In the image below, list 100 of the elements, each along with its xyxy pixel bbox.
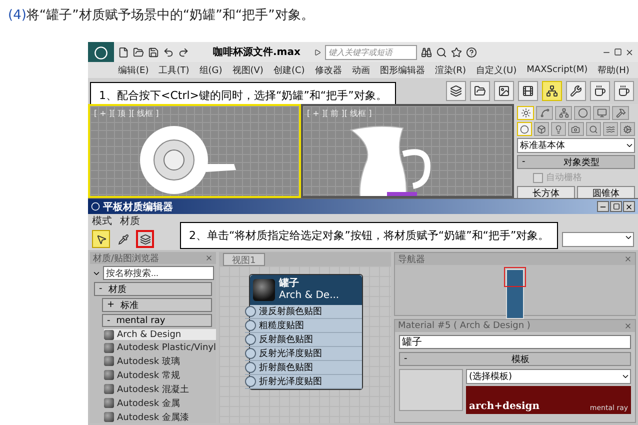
menu-item[interactable]: MAXScript(M) xyxy=(526,65,588,75)
menu-item[interactable]: 创建(C) xyxy=(273,64,305,76)
socket-icon[interactable] xyxy=(245,334,256,345)
object-button[interactable]: 圆锥体 xyxy=(577,186,635,198)
star-icon[interactable] xyxy=(451,46,462,58)
search-field[interactable]: 键入关键字或短语 xyxy=(325,44,418,60)
gear-icon xyxy=(622,124,632,134)
category-header[interactable]: + 标准 xyxy=(102,298,212,312)
toolbar-button[interactable] xyxy=(446,81,466,101)
sun-icon xyxy=(520,108,530,118)
socket-icon[interactable] xyxy=(245,376,256,387)
category-header[interactable]: - mental ray xyxy=(102,314,212,327)
sphere-icon xyxy=(520,124,530,134)
curve-icon xyxy=(540,108,550,118)
map-slot-label[interactable]: 粗糙度贴图 xyxy=(259,319,304,332)
map-slot-label[interactable]: 漫反射颜色贴图 xyxy=(259,305,322,318)
socket-icon[interactable] xyxy=(245,306,256,317)
view-tab[interactable]: 视图1 xyxy=(223,253,265,266)
menu-item[interactable]: 动画 xyxy=(352,64,370,76)
menu-item[interactable]: 图形编辑器 xyxy=(380,64,425,76)
menu-item[interactable]: 修改器 xyxy=(314,64,342,76)
menu-item[interactable]: 帮助(H) xyxy=(598,64,630,76)
map-slot-label[interactable]: 折射光泽度贴图 xyxy=(259,375,322,388)
toolbar-button[interactable] xyxy=(590,81,610,101)
binoculars-icon[interactable] xyxy=(421,46,432,58)
close-icon[interactable] xyxy=(625,48,634,56)
panel-tab[interactable] xyxy=(517,106,534,120)
category-button[interactable] xyxy=(534,122,550,136)
callout-note: 2、单击“将材质指定给选定对象”按钮，将材质赋予“奶罐”和“把手”对象。 xyxy=(180,222,558,249)
toolbar-button[interactable] xyxy=(470,81,490,101)
app-icon xyxy=(91,202,100,211)
material-list-item[interactable]: Autodesk 金属 xyxy=(104,397,216,409)
rollout-header[interactable]: - 对象类型 xyxy=(517,155,635,169)
material-list-item[interactable]: Autodesk 常规 xyxy=(104,369,216,381)
hierarchy-icon xyxy=(546,85,558,97)
image-icon xyxy=(498,85,510,97)
instruction-heading: (4)将“罐子”材质赋予场景中的“奶罐”和“把手”对象。 xyxy=(7,7,315,25)
menu-item[interactable]: 自定义(U) xyxy=(476,64,517,76)
dropdown[interactable]: (选择模板) xyxy=(466,369,631,384)
material-list-item[interactable]: Autodesk 玻璃 xyxy=(104,355,216,367)
menu-item[interactable]: 编辑(E) xyxy=(118,64,149,76)
rollout-header[interactable]: - 模板 xyxy=(399,352,631,366)
help-icon[interactable] xyxy=(466,46,478,58)
search-field[interactable]: 按名称搜索... xyxy=(103,266,214,280)
panel-tab[interactable] xyxy=(612,106,629,120)
category-button[interactable] xyxy=(551,122,566,136)
panel-tab[interactable] xyxy=(593,106,610,120)
toolbar-button[interactable] xyxy=(542,81,562,101)
undo-icon[interactable] xyxy=(163,46,174,58)
toolbar-button[interactable] xyxy=(494,81,514,101)
map-slot-label[interactable]: 反射颜色贴图 xyxy=(259,333,313,346)
toolbar-button[interactable] xyxy=(518,81,538,101)
panel-tab[interactable] xyxy=(574,106,591,120)
minimize-button[interactable] xyxy=(597,201,609,212)
material-list-item[interactable]: Autodesk Plastic/Vinyl xyxy=(104,342,216,353)
category-button[interactable] xyxy=(602,122,618,136)
toolbar-button[interactable] xyxy=(566,81,586,101)
dropdown[interactable]: 标准基本体 xyxy=(517,138,635,153)
menu-item[interactable]: 模式 xyxy=(92,214,112,228)
category-header[interactable]: - 材质 xyxy=(94,282,212,296)
panel-title: 材质/贴图浏览器 xyxy=(93,252,160,264)
object-button[interactable]: 长方体 xyxy=(517,186,575,198)
menu-item[interactable]: 渲染(R) xyxy=(434,64,466,76)
tool-button[interactable] xyxy=(136,230,154,248)
socket-icon[interactable] xyxy=(245,348,256,359)
material-swatch-icon xyxy=(104,356,114,366)
hierarchy-icon xyxy=(558,108,568,118)
panel-tab[interactable] xyxy=(536,106,553,120)
menu-item[interactable]: 视图(V) xyxy=(232,64,264,76)
panel-tab[interactable] xyxy=(555,106,572,120)
material-list-item[interactable]: Arch & Design xyxy=(104,329,216,340)
toolbar-button[interactable] xyxy=(614,81,634,101)
close-button[interactable] xyxy=(623,201,635,212)
layers-icon xyxy=(450,85,462,97)
menu-item[interactable]: 组(G) xyxy=(199,64,222,76)
menu-item[interactable]: 工具(T) xyxy=(158,64,190,76)
category-button[interactable] xyxy=(620,122,635,136)
editor-title: 平板材质编辑器 xyxy=(103,200,173,214)
new-file-icon[interactable] xyxy=(118,46,129,58)
tool-button[interactable] xyxy=(92,230,110,248)
category-button[interactable] xyxy=(568,122,584,136)
open-folder-icon[interactable] xyxy=(133,46,144,58)
material-list-item[interactable]: Autodesk 混凝土 xyxy=(104,383,216,395)
category-button[interactable] xyxy=(517,122,532,136)
redo-icon[interactable] xyxy=(178,46,189,58)
save-icon[interactable] xyxy=(148,46,159,58)
maximize-button[interactable] xyxy=(610,201,622,212)
maximize-icon[interactable] xyxy=(614,48,622,56)
map-slot-label[interactable]: 折射颜色贴图 xyxy=(259,361,313,374)
camera-icon xyxy=(571,124,580,134)
name-field[interactable]: 罐子 xyxy=(399,335,631,349)
map-slot-label[interactable]: 反射光泽度贴图 xyxy=(259,347,322,360)
category-button[interactable] xyxy=(586,122,601,136)
cursor-icon xyxy=(96,234,106,244)
app-logo[interactable] xyxy=(88,42,114,62)
socket-icon[interactable] xyxy=(245,362,256,373)
material-list-item[interactable]: Autodesk 金属漆 xyxy=(104,411,216,423)
socket-icon[interactable] xyxy=(245,320,256,331)
menu-item[interactable]: 材质 xyxy=(120,214,140,228)
navigator-map[interactable] xyxy=(506,269,524,319)
